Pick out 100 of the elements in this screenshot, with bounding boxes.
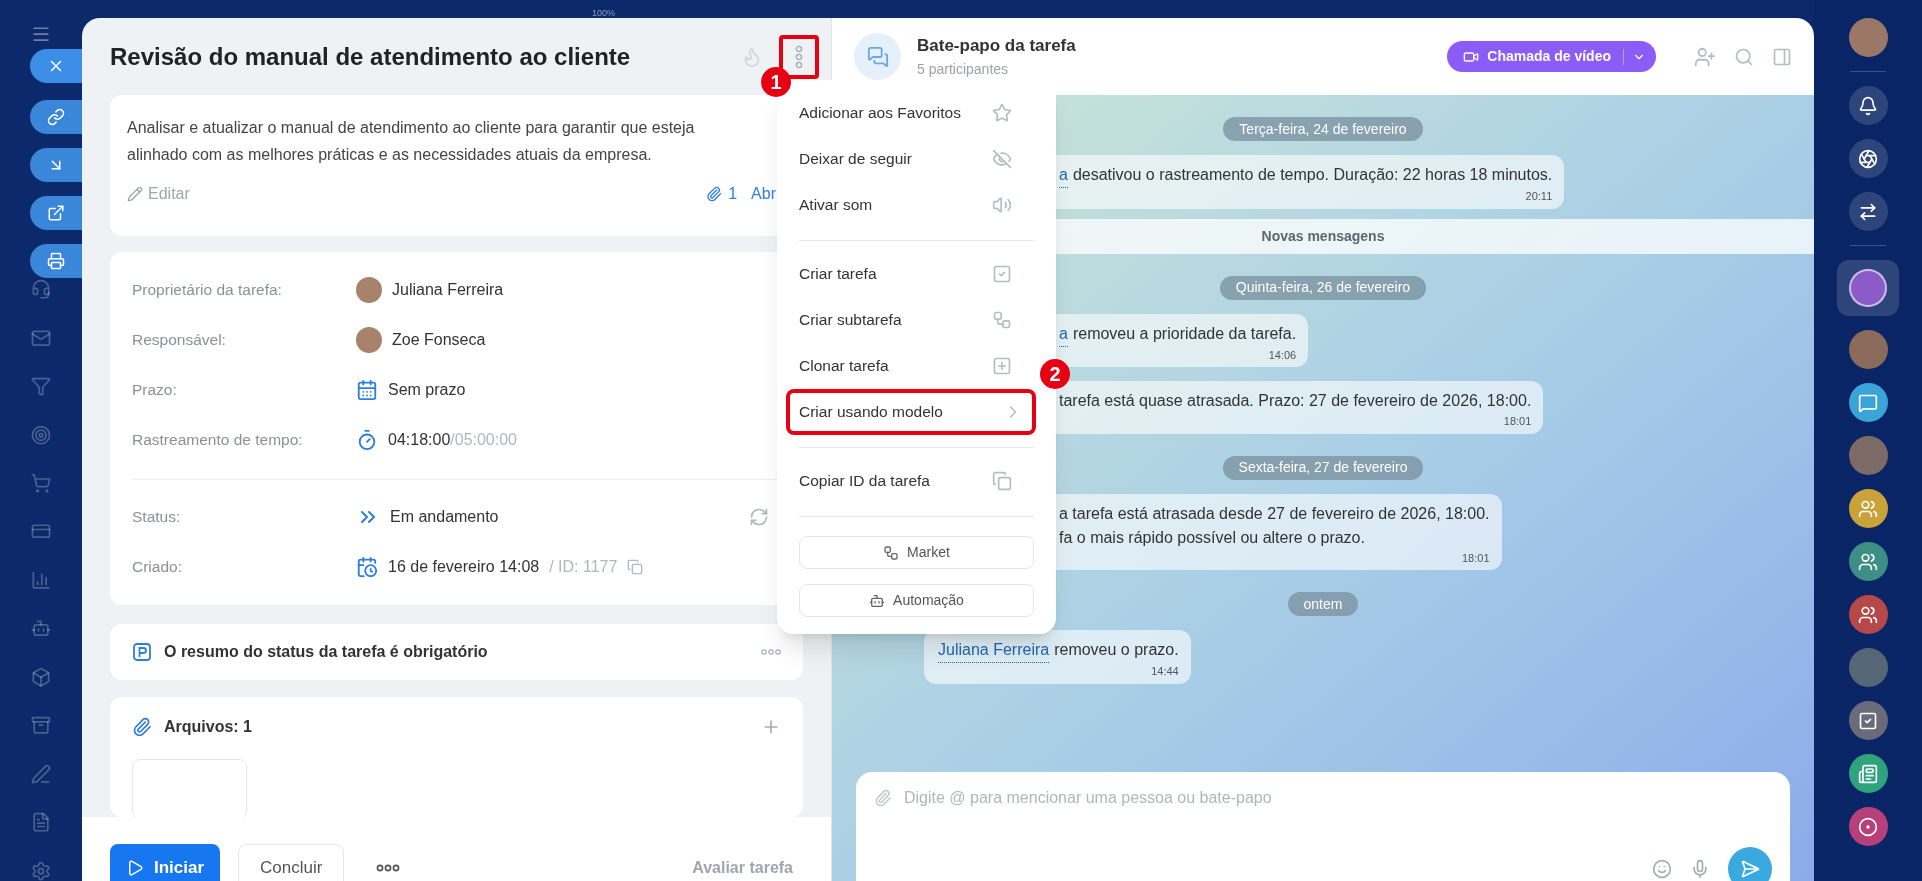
copy-link-button[interactable] [30, 100, 82, 134]
chat-avatar[interactable] [1848, 754, 1888, 793]
chat-title: Bate-papo da tarefa [917, 35, 1077, 58]
date-pill: Terça-feira, 24 de fevereiro [1223, 117, 1423, 141]
open-new-window-button[interactable] [30, 196, 82, 230]
start-button[interactable]: Iniciar [110, 843, 221, 881]
minimize-button[interactable] [30, 148, 82, 182]
nav-icon[interactable] [29, 666, 53, 688]
nav-icon[interactable] [29, 860, 53, 881]
menu-item[interactable]: Copiar ID da tarefa [777, 458, 1034, 504]
field-secondary: /05:00:00 [450, 430, 517, 450]
link-icon [47, 108, 65, 126]
plus-square-icon [992, 356, 1012, 376]
print-button[interactable] [30, 244, 82, 278]
chat-avatar[interactable] [1848, 701, 1888, 740]
nav-icon[interactable] [29, 473, 53, 494]
menu-item[interactable]: Criar tarefa [777, 251, 1034, 297]
avatar[interactable] [1848, 436, 1888, 475]
checkbox-icon [992, 264, 1012, 284]
field-label: Criado: [132, 557, 183, 578]
field-value[interactable]: Juliana Ferreira [392, 278, 504, 302]
rail-button[interactable] [1848, 139, 1888, 178]
task-title: Revisão do manual de atendimento ao cliente [110, 41, 632, 72]
message-text: desativou o rastreamento de tempo. Duração: 22 horas 18 minutos. [1072, 165, 1553, 185]
callout-number: 2 [1040, 359, 1070, 389]
rail-button[interactable] [1848, 86, 1888, 125]
nav-icon[interactable] [29, 618, 53, 639]
files-title: Arquivos: 1 [164, 717, 253, 737]
field-label: Proprietário da tarefa: [132, 280, 283, 301]
microphone-icon [1690, 859, 1710, 879]
task-icon [1858, 710, 1878, 731]
message-text: a tarefa está atrasada desde 27 de fevereiro de 2026, 18:00. [1059, 503, 1490, 524]
open-link[interactable]: Abr [751, 182, 776, 206]
close-button[interactable] [30, 49, 82, 83]
chat-bubbles-icon [866, 45, 889, 68]
paperclip-icon [706, 186, 723, 202]
group-icon [1858, 551, 1878, 572]
menu-action-button[interactable]: Automação [799, 584, 1034, 617]
user-link[interactable]: a [1059, 321, 1068, 347]
field-label: Rastreamento de tempo: [132, 430, 304, 451]
field-value: Sem prazo [388, 380, 466, 400]
avatar[interactable] [1848, 18, 1888, 57]
attachments-count[interactable]: 1 [728, 182, 738, 206]
input-placeholder: Digite @ para mencionar uma pessoa ou bate-papo [904, 788, 1272, 808]
field-label: Status: [132, 507, 182, 528]
copy-icon [627, 559, 644, 575]
summary-title: O resumo do status da tarefa é obrigatório [164, 642, 489, 662]
nav-icon[interactable] [29, 376, 53, 397]
nav-icon[interactable] [29, 763, 53, 785]
send-icon [1740, 859, 1760, 879]
paperclip-icon [874, 789, 892, 807]
task-description: Analisar e atualizar o manual de atendimento ao cliente para garantir que esteja alinhado com as melhores práticas e as necessidades atuais da empresa. [127, 118, 696, 165]
menu-item[interactable]: Criar usando modelo [786, 389, 1036, 435]
user-link[interactable]: a [1059, 163, 1068, 188]
active-rail-item[interactable] [1837, 260, 1899, 316]
exchange-icon [1858, 201, 1878, 222]
message-time: 14:44 [1151, 664, 1179, 679]
message-time: 18:01 [1462, 550, 1490, 566]
menu-item[interactable]: Deixar de seguir [777, 136, 1034, 182]
send-button[interactable] [1728, 847, 1772, 881]
avatar[interactable] [1848, 648, 1888, 687]
video-call-button[interactable]: Chamada de vídeo [1447, 41, 1656, 72]
date-pill: Quinta-feira, 26 de fevereiro [1219, 275, 1427, 300]
nav-icon[interactable] [29, 279, 53, 300]
field-label: Prazo: [132, 380, 178, 401]
robot-icon [869, 592, 886, 609]
avatar [356, 277, 382, 303]
avatar[interactable] [1848, 330, 1888, 369]
more-dots-icon[interactable] [761, 649, 781, 655]
group-icon [1858, 604, 1878, 625]
chat-avatar[interactable] [1848, 807, 1888, 846]
user-link[interactable]: Juliana Ferreira [938, 638, 1050, 663]
rail-button[interactable] [1848, 192, 1888, 231]
vertical-dots-icon [795, 44, 803, 69]
printer-icon [47, 252, 65, 270]
nav-icon[interactable] [29, 715, 53, 736]
field-value: 04:18:00 [388, 430, 451, 450]
paperclip-icon [132, 717, 152, 737]
date-pill: Sexta-feira, 27 de fevereiro [1222, 455, 1424, 480]
star-icon [992, 103, 1012, 123]
external-link-icon [47, 204, 65, 222]
field-label: Responsável: [132, 330, 227, 351]
chat-avatar[interactable] [1848, 383, 1888, 422]
nav-icon[interactable] [29, 424, 53, 446]
menu-action-button[interactable]: Market [799, 536, 1034, 569]
more-dots-icon[interactable] [376, 863, 401, 872]
chat-avatar[interactable] [1848, 489, 1888, 528]
chat-avatar[interactable] [1848, 595, 1888, 634]
complete-button[interactable]: Concluir [238, 843, 345, 881]
chat-avatar[interactable] [1848, 542, 1888, 581]
message-text: fa o mais rápido possível ou altere o prazo. [1059, 527, 1365, 548]
menu-item[interactable]: Clonar tarefa [777, 343, 1034, 389]
emoji-icon [1652, 859, 1672, 879]
play-icon [126, 858, 144, 877]
message-time: 18:01 [1503, 414, 1532, 429]
subtask-icon [992, 310, 1012, 330]
menu-item[interactable]: Criar subtarefa [777, 297, 1034, 343]
message-time: 14:06 [1268, 347, 1297, 363]
field-value[interactable]: Zoe Fonseca [392, 328, 486, 352]
calendar-icon [356, 379, 378, 401]
